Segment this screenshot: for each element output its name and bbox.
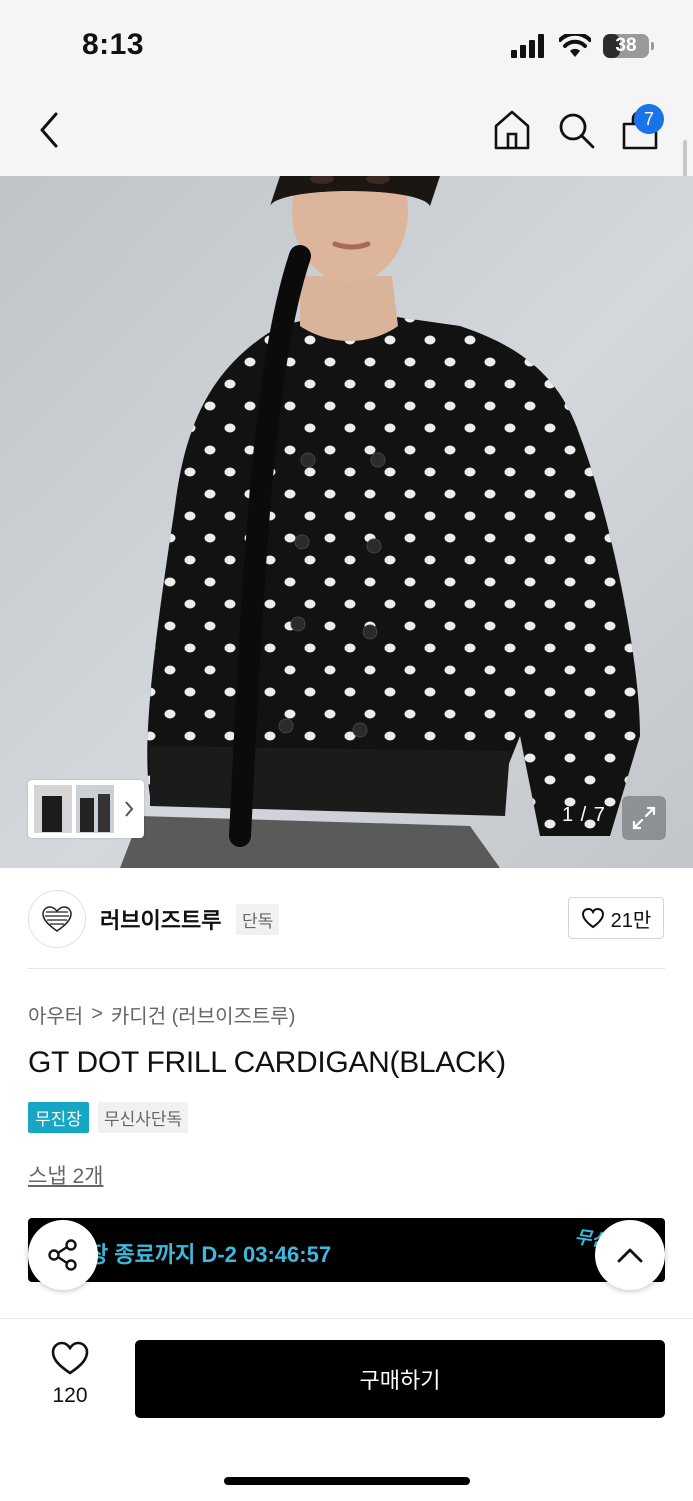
brand-exclusive-tag: 단독 [236,904,280,935]
image-counter: 1 / 7 [562,804,606,826]
brand-name[interactable]: 러브이즈트루 [100,903,221,935]
share-button[interactable] [28,1220,98,1290]
scroll-top-button[interactable] [595,1220,665,1290]
brand-logo[interactable] [28,890,86,948]
snap-link[interactable]: 스냅 2개 [28,1160,103,1190]
signal-icon [511,34,544,58]
status-icons: 38 [511,30,654,62]
status-time: 8:13 [82,28,145,61]
promo-banner[interactable]: 장 종료까지 D-2 03:46:57 무신사 [28,1218,665,1282]
expand-icon[interactable] [622,796,666,840]
cart-count-badge: 7 [634,104,664,134]
back-icon[interactable] [34,108,68,152]
breadcrumb-separator: > [91,1003,103,1025]
breadcrumb-subcategory[interactable]: 카디건 (러브이즈트루) [111,1000,295,1029]
breadcrumb: 아우터 > 카디건 (러브이즈트루) [28,1000,295,1029]
chevron-up-icon [617,1248,643,1263]
heart-icon [51,1341,89,1375]
product-image[interactable] [0,176,693,868]
image-thumbnails[interactable] [28,780,144,838]
breadcrumb-category[interactable]: 아우터 [28,1000,83,1029]
battery-level: 38 [615,35,637,56]
search-icon[interactable] [556,110,596,150]
buy-button[interactable]: 구매하기 [135,1340,665,1418]
brand-like-button[interactable]: 21만 [568,897,664,939]
brand-like-count: 21만 [610,909,652,932]
home-icon[interactable] [492,108,532,152]
product-photo [0,176,693,868]
wifi-icon [559,34,591,57]
home-indicator [224,1477,470,1485]
product-title: GT DOT FRILL CARDIGAN(BLACK) [28,1046,506,1079]
badge-musinsa-exclusive: 무신사단독 [98,1102,189,1133]
wishlist-count: 120 [52,1384,88,1407]
badge-mujinjang: 무진장 [28,1102,89,1133]
promo-countdown: 장 종료까지 D-2 03:46:57 [88,1242,332,1267]
battery-icon: 38 [603,34,654,58]
heart-icon [581,907,604,929]
share-icon [48,1239,77,1271]
divider [28,968,665,969]
